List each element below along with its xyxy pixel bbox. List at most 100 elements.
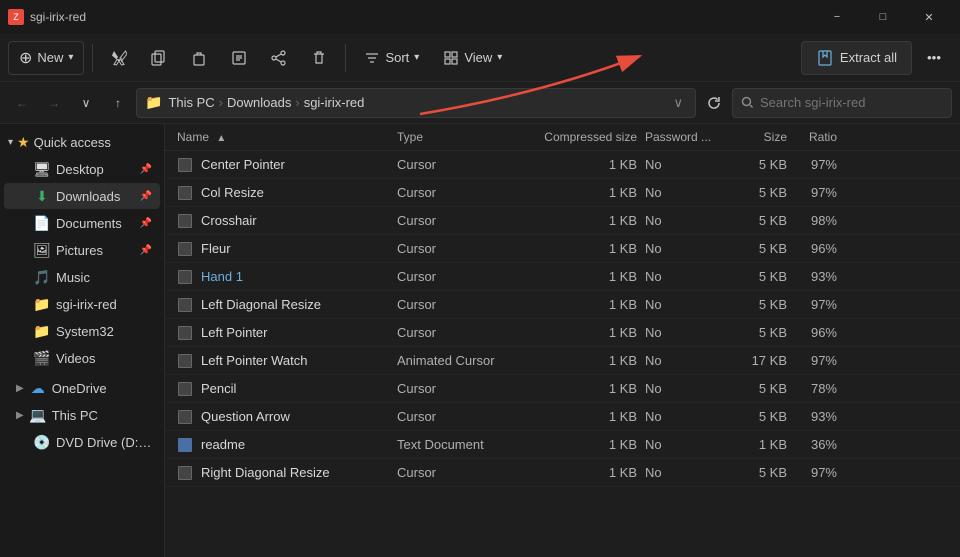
cursor-file-icon — [178, 186, 192, 200]
sidebar-item-videos[interactable]: 🎬 Videos — [4, 345, 160, 371]
sidebar-item-this-pc[interactable]: ▶ 💻 This PC — [4, 402, 160, 428]
file-size-cell: 5 KB — [727, 409, 787, 424]
file-password-cell: No — [637, 409, 727, 424]
forward-button[interactable]: → — [40, 89, 68, 117]
window-title: sgi-irix-red — [30, 10, 86, 24]
file-type-cell: Cursor — [397, 241, 527, 256]
file-password-cell: No — [637, 185, 727, 200]
downloads-icon: ⬇ — [34, 188, 50, 204]
column-header-password[interactable]: Password ... — [637, 130, 727, 144]
sidebar-item-downloads[interactable]: ⬇ Downloads 📌 — [4, 183, 160, 209]
sep2: › — [295, 95, 299, 110]
file-size-cell: 5 KB — [727, 325, 787, 340]
indent-spacer — [16, 163, 28, 175]
file-icon-wrapper — [177, 465, 193, 481]
desktop-icon: 🖥 — [34, 161, 50, 177]
sort-button[interactable]: Sort ▾ — [354, 41, 429, 75]
sidebar-item-dvd[interactable]: 💿 DVD Drive (D:) Ci... — [4, 429, 160, 455]
file-type-cell: Cursor — [397, 381, 527, 396]
table-row[interactable]: Left Pointer Watch Animated Cursor 1 KB … — [165, 347, 960, 375]
file-password-cell: No — [637, 297, 727, 312]
file-icon-wrapper — [177, 269, 193, 285]
minimize-button[interactable]: − — [814, 0, 860, 34]
sidebar-item-onedrive[interactable]: ▶ ☁ OneDrive — [4, 375, 160, 401]
file-name-cell: Pencil — [177, 381, 397, 397]
file-size-cell: 5 KB — [727, 381, 787, 396]
cut-button[interactable] — [101, 41, 137, 75]
table-row[interactable]: Pencil Cursor 1 KB No 5 KB 78% — [165, 375, 960, 403]
separator-1 — [92, 44, 93, 72]
table-row[interactable]: Right Diagonal Resize Cursor 1 KB No 5 K… — [165, 459, 960, 487]
table-row[interactable]: Hand 1 Cursor 1 KB No 5 KB 93% — [165, 263, 960, 291]
file-size-cell: 5 KB — [727, 185, 787, 200]
table-row[interactable]: Question Arrow Cursor 1 KB No 5 KB 93% — [165, 403, 960, 431]
file-name-cell: Left Pointer — [177, 325, 397, 341]
search-box[interactable] — [732, 88, 952, 118]
column-header-name[interactable]: Name ▲ — [177, 130, 397, 144]
breadcrumb-downloads[interactable]: Downloads — [227, 95, 291, 110]
onedrive-expand-icon: ▶ — [16, 383, 24, 394]
more-button[interactable]: ••• — [916, 41, 952, 75]
sidebar-item-system32[interactable]: 📁 System32 — [4, 318, 160, 344]
quick-access-header[interactable]: ▾ ★ Quick access — [0, 128, 164, 155]
onedrive-icon: ☁ — [30, 380, 46, 396]
table-row[interactable]: readme Text Document 1 KB No 1 KB 36% — [165, 431, 960, 459]
quick-access-label: Quick access — [34, 135, 111, 150]
table-row[interactable]: Crosshair Cursor 1 KB No 5 KB 98% — [165, 207, 960, 235]
refresh-button[interactable] — [700, 89, 728, 117]
app-icon: Z — [8, 9, 24, 25]
table-row[interactable]: Center Pointer Cursor 1 KB No 5 KB 97% — [165, 151, 960, 179]
cursor-file-icon — [178, 214, 192, 228]
indent-spacer — [16, 190, 28, 202]
indent-spacer — [16, 352, 28, 364]
recent-locations-button[interactable]: ∨ — [72, 89, 100, 117]
sidebar-item-pictures[interactable]: 🖼 Pictures 📌 — [4, 237, 160, 263]
back-button[interactable]: ← — [8, 89, 36, 117]
file-compressed-cell: 1 KB — [527, 465, 637, 480]
sidebar-item-desktop[interactable]: 🖥 Desktop 📌 — [4, 156, 160, 182]
table-row[interactable]: Left Pointer Cursor 1 KB No 5 KB 96% — [165, 319, 960, 347]
rename-button[interactable] — [221, 41, 257, 75]
table-row[interactable]: Col Resize Cursor 1 KB No 5 KB 97% — [165, 179, 960, 207]
table-row[interactable]: Fleur Cursor 1 KB No 5 KB 96% — [165, 235, 960, 263]
view-button[interactable]: View ▾ — [433, 41, 512, 75]
cursor-file-icon — [178, 410, 192, 424]
maximize-button[interactable]: □ — [860, 0, 906, 34]
file-ratio-cell: 96% — [787, 241, 837, 256]
sidebar-item-sgi-irix-red[interactable]: 📁 sgi-irix-red — [4, 291, 160, 317]
up-button[interactable]: ↑ — [104, 89, 132, 117]
file-password-cell: No — [637, 241, 727, 256]
sep1: › — [219, 95, 223, 110]
view-label: View — [464, 50, 492, 65]
file-password-cell: No — [637, 381, 727, 396]
column-header-type[interactable]: Type — [397, 130, 527, 144]
copy-button[interactable] — [141, 41, 177, 75]
column-header-size[interactable]: Size — [727, 130, 787, 144]
address-dropdown-icon[interactable]: ∨ — [669, 93, 687, 113]
table-row[interactable]: Left Diagonal Resize Cursor 1 KB No 5 KB… — [165, 291, 960, 319]
breadcrumb-current[interactable]: sgi-irix-red — [304, 95, 365, 110]
file-ratio-cell: 97% — [787, 353, 837, 368]
breadcrumb-this-pc[interactable]: This PC — [168, 95, 214, 110]
extract-all-button[interactable]: Extract all — [801, 41, 912, 75]
close-button[interactable]: ✕ — [906, 0, 952, 34]
search-input[interactable] — [760, 95, 943, 110]
share-button[interactable] — [261, 41, 297, 75]
new-button[interactable]: ⊕ New ▾ — [8, 41, 84, 75]
file-icon-wrapper — [177, 437, 193, 453]
sidebar-item-music[interactable]: 🎵 Music — [4, 264, 160, 290]
folder-system-icon: 📁 — [34, 323, 50, 339]
address-field[interactable]: 📁 This PC › Downloads › sgi-irix-red ∨ — [136, 88, 696, 118]
paste-button[interactable] — [181, 41, 217, 75]
indent-spacer — [16, 217, 28, 229]
file-icon-wrapper — [177, 325, 193, 341]
file-compressed-cell: 1 KB — [527, 157, 637, 172]
column-header-ratio[interactable]: Ratio — [787, 130, 837, 144]
title-bar: Z sgi-irix-red − □ ✕ — [0, 0, 960, 34]
delete-button[interactable] — [301, 41, 337, 75]
quick-access-section: ▾ ★ Quick access 🖥 Desktop 📌 ⬇ Downloads… — [0, 128, 164, 371]
file-compressed-cell: 1 KB — [527, 381, 637, 396]
sidebar-item-documents[interactable]: 📄 Documents 📌 — [4, 210, 160, 236]
column-header-compressed[interactable]: Compressed size — [527, 130, 637, 144]
folder-icon: 📁 — [145, 94, 162, 111]
